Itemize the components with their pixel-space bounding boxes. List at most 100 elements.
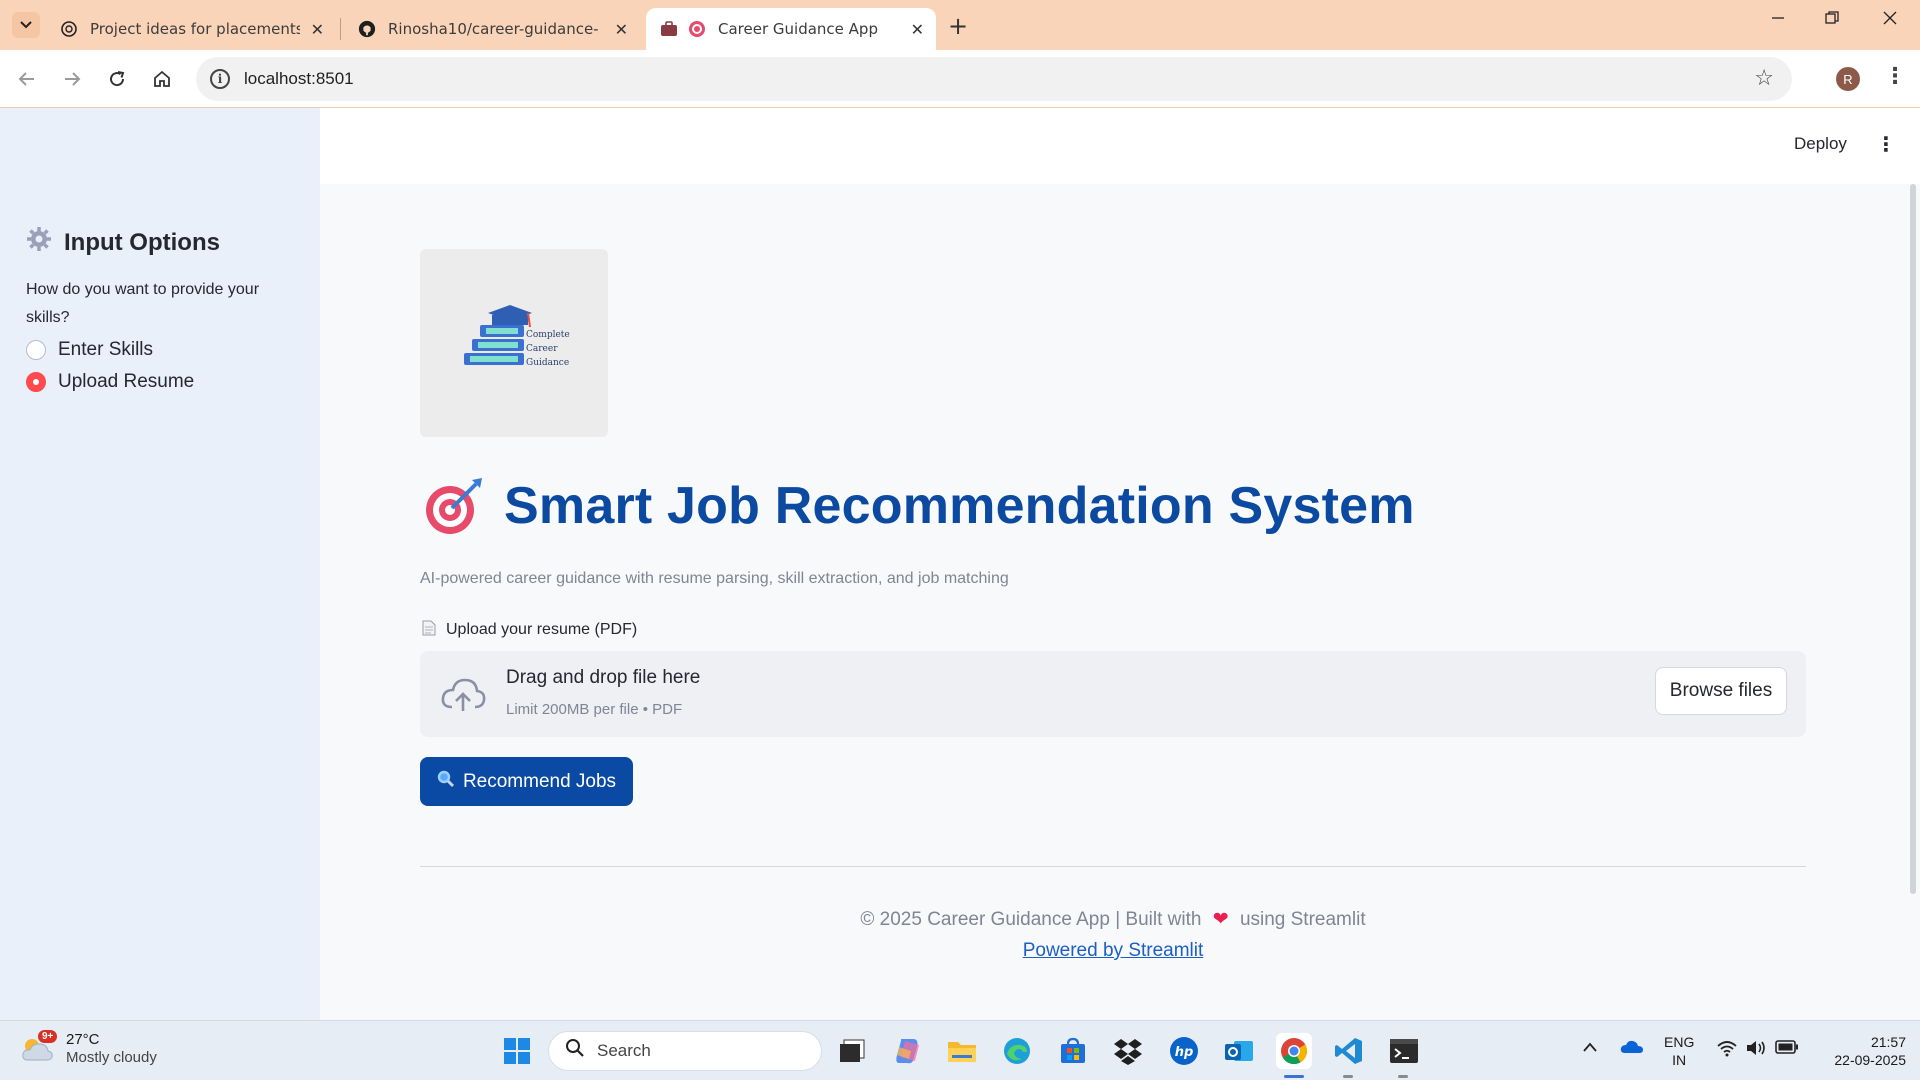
footer-text: © 2025 Career Guidance App | Built with …	[420, 908, 1806, 931]
clock-date: 22-09-2025	[1834, 1052, 1906, 1068]
radio-button-selected[interactable]	[26, 372, 46, 392]
scrollbar[interactable]	[1910, 184, 1916, 894]
career-guidance-logo: Complete Career Guidance	[420, 249, 608, 437]
app-header: Deploy ⋮	[320, 108, 1920, 184]
copilot-icon[interactable]	[890, 1033, 926, 1069]
back-icon[interactable]	[12, 64, 42, 94]
bookmark-star-icon[interactable]: ☆	[1754, 66, 1774, 91]
streamlit-target-icon	[688, 20, 706, 38]
restore-icon[interactable]	[1824, 10, 1840, 31]
browser-tab-strip: Project ideas for placements ✕ Rinosha10…	[0, 0, 1920, 50]
chrome-icon[interactable]	[1276, 1033, 1312, 1069]
tab-project-ideas[interactable]: Project ideas for placements ✕	[46, 8, 336, 50]
browse-files-button[interactable]: Browse files	[1655, 667, 1787, 715]
radio-label: Upload Resume	[58, 371, 195, 392]
file-explorer-icon[interactable]	[944, 1033, 980, 1069]
close-window-icon[interactable]	[1882, 10, 1898, 31]
clock[interactable]: 21:57 22-09-2025	[1814, 1033, 1906, 1069]
heart-icon: ❤	[1212, 909, 1229, 930]
sidebar-title: Input Options	[26, 226, 220, 259]
radio-enter-skills[interactable]: Enter Skills	[26, 339, 153, 361]
search-icon	[565, 1038, 585, 1064]
gear-icon	[26, 226, 52, 259]
radio-button[interactable]	[26, 340, 46, 360]
radio-label: Enter Skills	[58, 339, 154, 360]
weather-cloud-icon: 9+	[20, 1030, 58, 1064]
sidebar: Input Options How do you want to provide…	[0, 108, 320, 1020]
page-title: Smart Job Recommendation System	[424, 476, 1415, 536]
tab-group-icon	[660, 20, 678, 38]
tab-title: Project ideas for placements	[90, 20, 300, 38]
powered-by-streamlit-link[interactable]: Powered by Streamlit	[1023, 940, 1204, 961]
edge-browser-icon[interactable]	[999, 1033, 1035, 1069]
hp-icon[interactable]: hp	[1166, 1033, 1202, 1069]
home-icon[interactable]	[147, 64, 177, 94]
deploy-button[interactable]: Deploy	[1794, 134, 1847, 154]
magnifier-icon	[437, 770, 455, 793]
svg-text:hp: hp	[1175, 1045, 1194, 1060]
address-bar[interactable]: i localhost:8501 ☆	[196, 57, 1792, 101]
onedrive-icon[interactable]	[1620, 1039, 1644, 1059]
footer-divider	[420, 866, 1806, 867]
browser-menu-icon[interactable]: ⋮	[1884, 64, 1906, 89]
chevron-down-icon	[20, 21, 32, 29]
file-dropzone[interactable]: Drag and drop file here Limit 200MB per …	[420, 651, 1806, 737]
page-subtitle: AI-powered career guidance with resume p…	[420, 570, 1009, 587]
github-icon	[358, 20, 376, 38]
tab-github-repo[interactable]: Rinosha10/career-guidance-app ✕	[344, 8, 640, 50]
document-icon	[422, 620, 436, 640]
recommend-jobs-label: Recommend Jobs	[462, 770, 617, 792]
microsoft-store-icon[interactable]	[1055, 1033, 1091, 1069]
page-title-text: Smart Job Recommendation System	[504, 477, 1415, 535]
weather-condition: Mostly cloudy	[66, 1049, 157, 1066]
close-tab-icon[interactable]: ✕	[911, 20, 924, 39]
new-tab-button[interactable]: +	[948, 12, 968, 40]
close-tab-icon[interactable]: ✕	[311, 20, 324, 39]
footer-prefix: © 2025 Career Guidance App | Built with	[860, 909, 1202, 930]
tab-divider	[340, 18, 341, 40]
cloud-upload-icon	[441, 678, 486, 711]
active-app-indicator	[1284, 1075, 1304, 1078]
input-method-question: How do you want to provide your skills?	[26, 281, 260, 326]
tab-career-guidance[interactable]: Career Guidance App ✕	[646, 8, 936, 50]
reload-icon[interactable]	[102, 64, 132, 94]
footer-suffix: using Streamlit	[1239, 909, 1366, 930]
target-icon	[426, 478, 482, 534]
url-text[interactable]: localhost:8501	[244, 69, 354, 89]
terminal-icon[interactable]	[1386, 1033, 1422, 1069]
tab-search-button[interactable]	[12, 12, 40, 38]
minimize-icon[interactable]	[1770, 10, 1786, 31]
dropzone-hint: Limit 200MB per file • PDF	[506, 701, 683, 718]
site-info-icon[interactable]: i	[210, 69, 230, 89]
taskbar-search[interactable]: Search	[548, 1031, 822, 1071]
main-content: Deploy ⋮ Complete Career Guidance Smart …	[320, 108, 1920, 1020]
tab-title: Career Guidance App	[718, 20, 878, 38]
browser-toolbar: i localhost:8501 ☆ R ⋮	[0, 50, 1920, 108]
vscode-icon[interactable]	[1331, 1033, 1367, 1069]
volume-icon[interactable]	[1745, 1039, 1767, 1061]
file-uploader-label: Upload your resume (PDF)	[422, 620, 637, 640]
recommend-jobs-button[interactable]: Recommend Jobs	[420, 757, 633, 806]
outlook-icon[interactable]	[1221, 1033, 1257, 1069]
profile-avatar[interactable]: R	[1836, 67, 1860, 91]
task-view-icon[interactable]	[834, 1033, 870, 1069]
temperature: 27°C	[66, 1031, 100, 1048]
forward-icon[interactable]	[57, 64, 87, 94]
search-placeholder: Search	[597, 1041, 651, 1060]
windows-start-icon[interactable]	[499, 1033, 535, 1069]
dropbox-icon[interactable]	[1110, 1033, 1146, 1069]
language-code: ENG	[1664, 1034, 1695, 1050]
running-app-indicator	[1343, 1075, 1353, 1078]
clock-time: 21:57	[1870, 1034, 1906, 1050]
app-menu-icon[interactable]: ⋮	[1876, 132, 1896, 156]
wifi-icon[interactable]	[1716, 1039, 1738, 1061]
dropzone-title: Drag and drop file here	[506, 667, 701, 688]
weather-widget[interactable]: 9+ 27°C Mostly cloudy	[20, 1030, 157, 1067]
running-app-indicator	[1398, 1075, 1408, 1078]
close-tab-icon[interactable]: ✕	[615, 20, 628, 39]
logo-word: Guidance	[526, 358, 569, 368]
language-indicator[interactable]: ENG IN	[1664, 1033, 1694, 1069]
show-hidden-icons[interactable]	[1582, 1039, 1598, 1057]
battery-icon[interactable]	[1775, 1040, 1799, 1058]
radio-upload-resume[interactable]: Upload Resume	[26, 371, 194, 393]
